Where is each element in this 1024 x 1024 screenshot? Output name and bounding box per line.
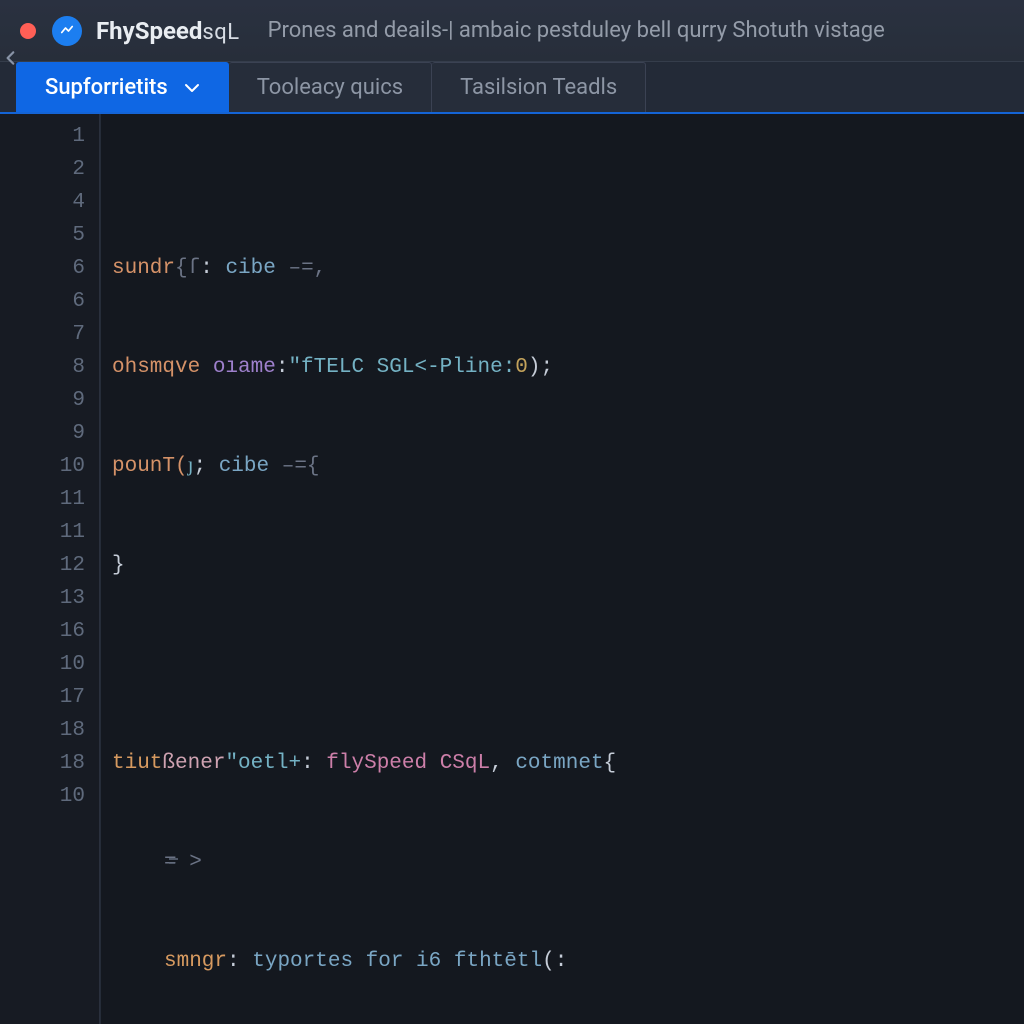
line-number-gutter: 1 2 4 5 6 6 7 8 9 9 10 11 11 12 13 16 10… [0,114,100,1024]
app-title: FhySpeedsqL [96,17,240,45]
back-arrow-icon[interactable] [2,49,20,67]
code-content[interactable]: sundr{ſ: cibe –=, ohsmqve oıame:"fTELC S… [100,114,1024,1024]
app-icon [52,16,82,46]
chevron-down-icon [184,82,200,94]
tab-label: Tooleacy quics [257,75,403,100]
close-window-dot[interactable] [20,23,36,39]
gutter-extent-icon [92,814,182,913]
window-subtitle: Prones and deails-| ambaic pestduley bel… [268,18,885,43]
tab-tasilsion-teadls[interactable]: Tasilsion Teadls [432,62,646,112]
app-title-prefix: FhySpeed [96,17,202,45]
code-editor[interactable]: 1 2 4 5 6 6 7 8 9 9 10 11 11 12 13 16 10… [0,114,1024,1024]
tab-supforrietits[interactable]: Supforrietits [16,62,229,112]
tab-label: Tasilsion Teadls [460,75,617,100]
window-title-bar: FhySpeedsqL Prones and deails-| ambaic p… [0,0,1024,62]
app-title-suffix: sqL [202,20,239,45]
tab-tooleacy-quics[interactable]: Tooleacy quics [229,62,432,112]
tab-strip: Supforrietits Tooleacy quics Tasilsion T… [0,62,1024,114]
tab-label: Supforrietits [45,75,168,100]
